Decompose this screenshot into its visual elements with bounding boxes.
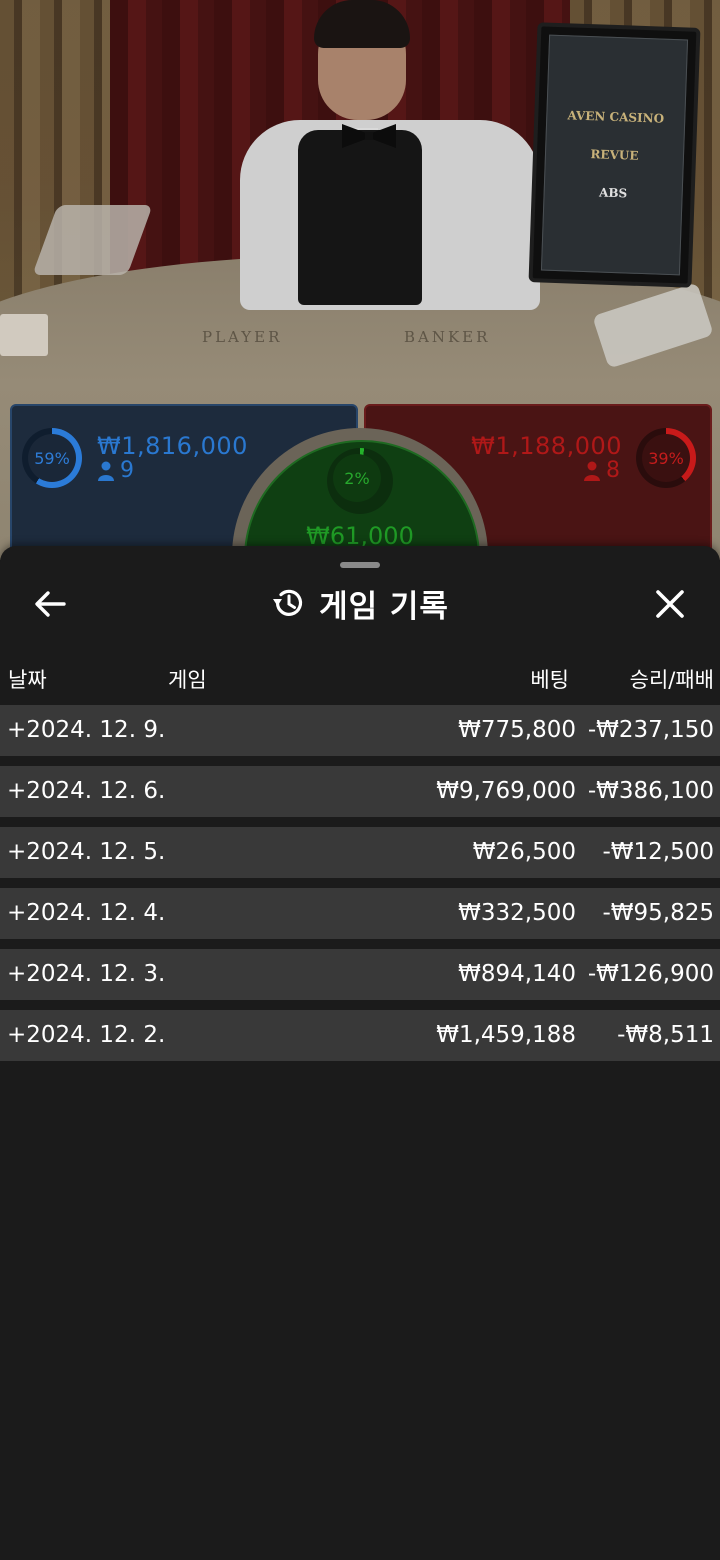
row-result: -₩12,500 <box>602 839 714 865</box>
sheet-title: 게임 기록 <box>319 588 449 625</box>
row-result: -₩95,825 <box>602 900 714 926</box>
player-total-amount: ₩1,816,000 <box>97 432 248 460</box>
row-date: +2024. 12. 6. <box>7 778 166 804</box>
sponsor-monitor: AVEN CASINO REVUE ABS <box>528 22 701 288</box>
row-date: +2024. 12. 3. <box>7 961 166 987</box>
history-row[interactable]: +2024. 12. 5. ₩26,500 -₩12,500 <box>0 827 720 878</box>
column-header-bet: 베팅 <box>530 668 569 692</box>
row-date: +2024. 12. 9. <box>7 717 166 743</box>
table-label-banker: BANKER <box>404 328 491 346</box>
row-result: -₩237,150 <box>587 717 714 743</box>
player-percent: 59% <box>28 434 76 482</box>
sheet-header: 게임 기록 <box>0 580 720 626</box>
history-table-header: 날짜 게임 베팅 승리/패배 <box>0 660 720 696</box>
banker-bettor-count: 8 <box>584 458 620 483</box>
sponsor-revue: REVUE <box>590 147 639 163</box>
row-date: +2024. 12. 5. <box>7 839 166 865</box>
sheet-drag-handle[interactable] <box>340 562 380 568</box>
row-bet: ₩332,500 <box>458 900 576 926</box>
banker-total-amount: ₩1,188,000 <box>471 432 622 460</box>
row-result: -₩126,900 <box>587 961 714 987</box>
row-bet: ₩1,459,188 <box>436 1022 576 1048</box>
history-row[interactable]: +2024. 12. 3. ₩894,140 -₩126,900 <box>0 949 720 1000</box>
tie-percent: 2% <box>333 454 381 502</box>
row-bet: ₩894,140 <box>458 961 576 987</box>
column-header-result: 승리/패배 <box>629 668 714 692</box>
history-row[interactable]: +2024. 12. 2. ₩1,459,188 -₩8,511 <box>0 1010 720 1061</box>
banker-percent: 39% <box>642 434 690 482</box>
row-result: -₩386,100 <box>587 778 714 804</box>
history-row[interactable]: +2024. 12. 4. ₩332,500 -₩95,825 <box>0 888 720 939</box>
row-bet: ₩9,769,000 <box>436 778 576 804</box>
row-bet: ₩26,500 <box>472 839 576 865</box>
close-icon <box>656 590 684 618</box>
sponsor-abs: ABS <box>598 185 628 201</box>
card-stack <box>0 314 48 356</box>
sponsor-aven-casino: AVEN CASINO <box>567 108 665 126</box>
history-icon <box>273 589 303 616</box>
table-label-player: PLAYER <box>202 328 283 346</box>
history-row[interactable]: +2024. 12. 9. ₩775,800 -₩237,150 <box>0 705 720 756</box>
game-history-sheet: 게임 기록 날짜 게임 베팅 승리/패배 +2024. 12. 9. ₩775,… <box>0 546 720 1560</box>
row-result: -₩8,511 <box>617 1022 714 1048</box>
player-count-value: 9 <box>120 458 134 483</box>
player-bettor-count: 9 <box>98 458 134 483</box>
row-date: +2024. 12. 4. <box>7 900 166 926</box>
banker-count-value: 8 <box>606 458 620 483</box>
column-header-game: 게임 <box>168 668 207 692</box>
close-button[interactable] <box>648 582 692 626</box>
tie-percent-ring: 2% <box>327 448 393 514</box>
history-table-body: +2024. 12. 9. ₩775,800 -₩237,150 +2024. … <box>0 705 720 1071</box>
bowtie-icon <box>342 124 396 148</box>
row-bet: ₩775,800 <box>458 717 576 743</box>
history-row[interactable]: +2024. 12. 6. ₩9,769,000 -₩386,100 <box>0 766 720 817</box>
row-date: +2024. 12. 2. <box>7 1022 166 1048</box>
column-header-date: 날짜 <box>8 668 47 692</box>
banker-percent-ring: 39% <box>636 428 696 488</box>
player-percent-ring: 59% <box>22 428 82 488</box>
person-icon <box>584 461 600 481</box>
person-icon <box>98 461 114 481</box>
dealer-vest <box>298 130 422 305</box>
